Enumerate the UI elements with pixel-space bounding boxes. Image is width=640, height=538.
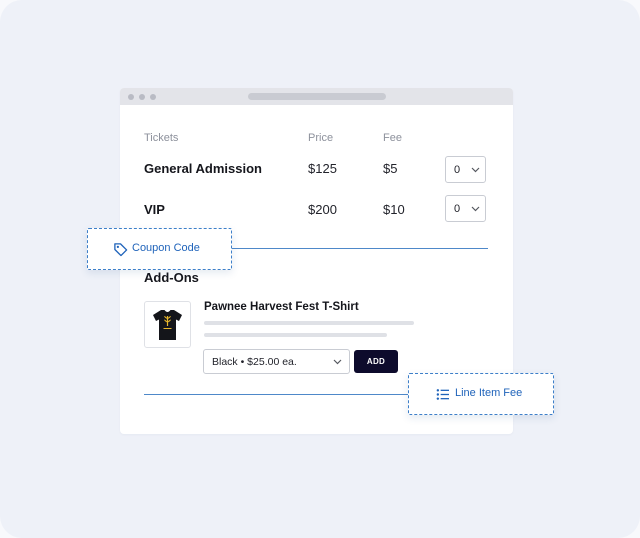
ticket-fee: $10 xyxy=(383,202,405,217)
chevron-down-icon xyxy=(333,359,342,365)
header-price: Price xyxy=(308,132,334,144)
window-dot xyxy=(128,94,134,100)
quantity-value: 0 xyxy=(454,203,461,215)
window-titlebar xyxy=(120,88,513,105)
header-tickets: Tickets xyxy=(144,132,179,144)
tag-icon xyxy=(114,243,128,257)
chevron-down-icon xyxy=(471,206,480,212)
variant-select[interactable]: Black • $25.00 ea. xyxy=(203,349,350,374)
list-icon xyxy=(436,389,449,400)
product-name: Pawnee Harvest Fest T-Shirt xyxy=(204,301,359,313)
tshirt-icon xyxy=(153,310,182,340)
variant-value: Black • $25.00 ea. xyxy=(212,356,297,368)
line-item-fee-label: Line Item Fee xyxy=(455,387,523,399)
coupon-code-callout[interactable]: Coupon Code xyxy=(87,228,232,270)
addons-title: Add-Ons xyxy=(144,270,199,285)
ticket-price: $200 xyxy=(308,202,337,217)
window-dot xyxy=(150,94,156,100)
window-dot xyxy=(139,94,145,100)
quantity-value: 0 xyxy=(454,164,461,176)
address-bar xyxy=(248,93,386,100)
section-divider xyxy=(144,394,412,395)
chevron-down-icon xyxy=(471,167,480,173)
ticket-price: $125 xyxy=(308,161,337,176)
quantity-select[interactable]: 0 xyxy=(445,195,486,222)
product-thumbnail xyxy=(144,301,191,348)
header-fee: Fee xyxy=(383,132,402,144)
line-item-fee-callout[interactable]: Line Item Fee xyxy=(408,373,554,415)
ticket-fee: $5 xyxy=(383,161,398,176)
quantity-select[interactable]: 0 xyxy=(445,156,486,183)
description-placeholder-line xyxy=(204,321,414,325)
coupon-code-label: Coupon Code xyxy=(132,242,200,254)
ticket-name: General Admission xyxy=(144,161,262,176)
ticket-name: VIP xyxy=(144,202,165,217)
section-divider xyxy=(216,248,488,249)
description-placeholder-line xyxy=(204,333,387,337)
add-button[interactable]: ADD xyxy=(354,350,398,373)
